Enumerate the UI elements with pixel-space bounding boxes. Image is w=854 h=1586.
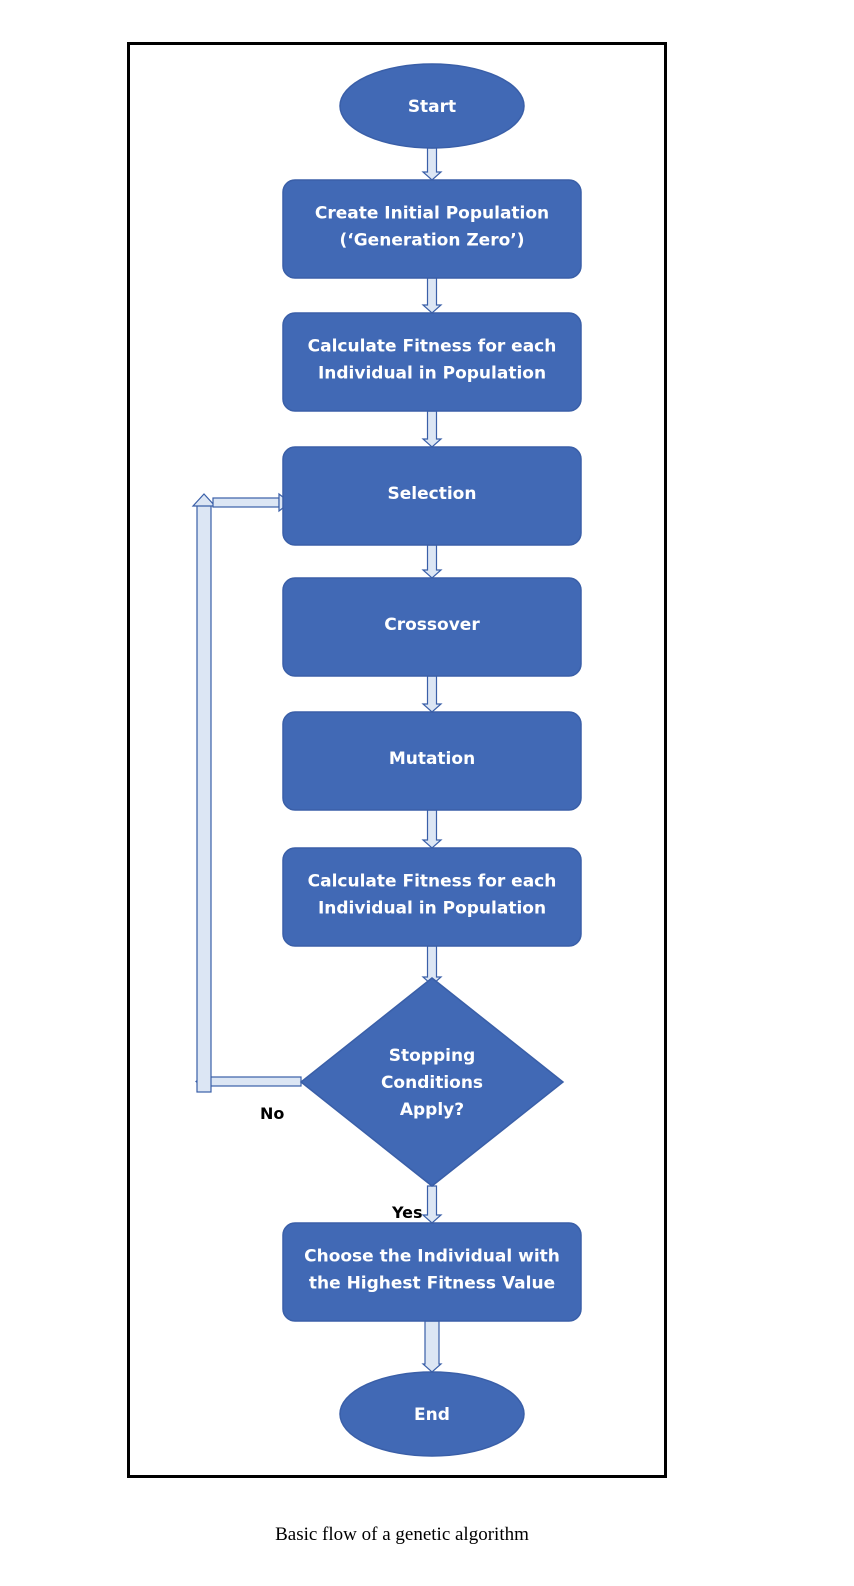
node-calculate-fitness-1: Calculate Fitness for each Individual in … (282, 312, 582, 412)
mutation-label-line-1: Mutation (389, 749, 475, 769)
figure-caption: Basic flow of a genetic algorithm (275, 1524, 529, 1545)
arrow-connector-8 (421, 1185, 443, 1224)
yes-branch-label: Yes (391, 1203, 423, 1222)
start-label-line-1: Start (408, 97, 456, 117)
node-mutation: Mutation (282, 711, 582, 811)
node-stopping-decision: Stopping Conditions Apply? (299, 977, 565, 1187)
choose-best-label-line-1: Choose the Individual with (304, 1247, 560, 1267)
arrow-connector-6 (421, 809, 443, 849)
calculate-fitness-1-label-line-1: Calculate Fitness for each (308, 337, 557, 357)
arrow-connector-1 (421, 147, 443, 181)
loop-back-vertical-arrow (196, 504, 212, 1093)
arrow-connector-2 (421, 277, 443, 314)
arrow-connector-3 (421, 410, 443, 448)
node-selection: Selection (282, 446, 582, 546)
selection-label-line-1: Selection (388, 484, 477, 504)
calculate-fitness-2-shape (282, 847, 582, 947)
loop-back-to-selection-arrow (212, 497, 280, 508)
loop-back-up-arrowhead (191, 493, 217, 507)
node-create-population: Create Initial Population (‘Generation Ze… (282, 179, 582, 279)
calculate-fitness-1-label-line-2: Individual in Population (318, 364, 546, 384)
flowchart: Start Create Initial Population (‘Generati… (191, 63, 582, 1457)
choose-best-shape (282, 1222, 582, 1322)
stopping-decision-label-line-3: Apply? (400, 1100, 464, 1120)
end-label-line-1: End (414, 1405, 450, 1425)
create-population-shape (282, 179, 582, 279)
create-population-label-line-1: Create Initial Population (315, 204, 549, 224)
node-start: Start (339, 63, 525, 149)
arrow-connector-5 (421, 675, 443, 713)
create-population-label-line-2: (‘Generation Zero’) (340, 231, 525, 251)
arrow-connector-4 (421, 544, 443, 579)
node-end: End (339, 1371, 525, 1457)
calculate-fitness-1-shape (282, 312, 582, 412)
stopping-decision-label-line-2: Conditions (381, 1073, 483, 1093)
arrow-connector-to-end (421, 1320, 443, 1373)
node-crossover: Crossover (282, 577, 582, 677)
node-choose-best: Choose the Individual with the Highest Fi… (282, 1222, 582, 1322)
calculate-fitness-2-label-line-2: Individual in Population (318, 899, 546, 919)
choose-best-label-line-2: the Highest Fitness Value (309, 1274, 555, 1294)
node-calculate-fitness-2: Calculate Fitness for each Individual in … (282, 847, 582, 947)
stopping-decision-label-line-1: Stopping (389, 1046, 476, 1066)
crossover-label-line-1: Crossover (384, 615, 480, 635)
calculate-fitness-2-label-line-1: Calculate Fitness for each (308, 872, 557, 892)
no-branch-horizontal-arrow (205, 1076, 302, 1087)
no-branch-label: No (260, 1104, 284, 1123)
